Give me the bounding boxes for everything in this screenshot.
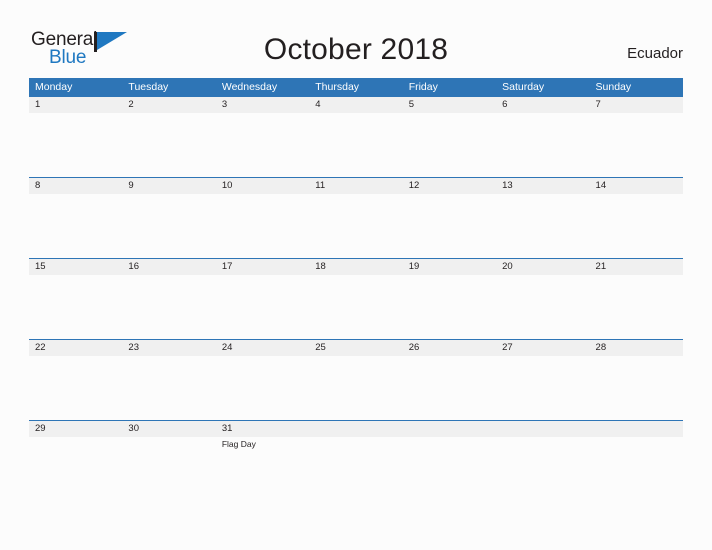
day-cell[interactable] bbox=[403, 194, 496, 258]
day-cell[interactable] bbox=[496, 113, 589, 177]
day-cell[interactable] bbox=[496, 194, 589, 258]
day-cell[interactable] bbox=[590, 437, 683, 501]
week-number-band: 29 30 31 bbox=[29, 421, 683, 437]
day-cell[interactable] bbox=[309, 113, 402, 177]
week-event-band: Flag Day bbox=[29, 437, 683, 501]
week-row: 29 30 31 Flag Day bbox=[29, 420, 683, 501]
week-row: 15 16 17 18 19 20 21 bbox=[29, 258, 683, 339]
day-cell[interactable] bbox=[309, 437, 402, 501]
day-cell[interactable] bbox=[590, 113, 683, 177]
day-cell[interactable] bbox=[29, 275, 122, 339]
weekday-tuesday: Tuesday bbox=[128, 81, 169, 93]
day-number[interactable]: 15 bbox=[29, 259, 122, 275]
day-number[interactable]: 4 bbox=[309, 97, 402, 113]
day-number[interactable]: 9 bbox=[122, 178, 215, 194]
week-row: 22 23 24 25 26 27 28 bbox=[29, 339, 683, 420]
week-number-band: 8 9 10 11 12 13 14 bbox=[29, 178, 683, 194]
day-number[interactable]: 16 bbox=[122, 259, 215, 275]
week-event-band bbox=[29, 356, 683, 420]
day-cell[interactable] bbox=[309, 275, 402, 339]
day-number[interactable] bbox=[309, 421, 402, 437]
day-cell[interactable] bbox=[216, 194, 309, 258]
day-number[interactable] bbox=[403, 421, 496, 437]
day-number[interactable] bbox=[590, 421, 683, 437]
day-cell[interactable] bbox=[590, 275, 683, 339]
day-number[interactable]: 17 bbox=[216, 259, 309, 275]
day-cell[interactable] bbox=[29, 194, 122, 258]
day-number[interactable]: 27 bbox=[496, 340, 589, 356]
day-number[interactable]: 25 bbox=[309, 340, 402, 356]
day-cell[interactable] bbox=[403, 437, 496, 501]
day-number[interactable]: 30 bbox=[122, 421, 215, 437]
day-cell[interactable] bbox=[122, 356, 215, 420]
day-cell[interactable] bbox=[29, 356, 122, 420]
day-cell[interactable] bbox=[216, 113, 309, 177]
day-number[interactable]: 13 bbox=[496, 178, 589, 194]
day-number[interactable]: 11 bbox=[309, 178, 402, 194]
day-cell[interactable] bbox=[122, 194, 215, 258]
week-event-band bbox=[29, 113, 683, 177]
day-number[interactable]: 1 bbox=[29, 97, 122, 113]
week-number-band: 1 2 3 4 5 6 7 bbox=[29, 97, 683, 113]
day-cell[interactable] bbox=[496, 437, 589, 501]
day-number[interactable]: 12 bbox=[403, 178, 496, 194]
day-number[interactable]: 22 bbox=[29, 340, 122, 356]
day-event-flag-day: Flag Day bbox=[221, 439, 256, 449]
day-cell[interactable] bbox=[403, 113, 496, 177]
day-cell[interactable] bbox=[403, 275, 496, 339]
day-number[interactable]: 5 bbox=[403, 97, 496, 113]
day-number[interactable]: 21 bbox=[590, 259, 683, 275]
day-number[interactable]: 19 bbox=[403, 259, 496, 275]
day-number[interactable]: 26 bbox=[403, 340, 496, 356]
day-cell[interactable] bbox=[122, 437, 215, 501]
weekday-sunday: Sunday bbox=[595, 81, 632, 93]
weekday-header-row: Monday Tuesday Wednesday Thursday Friday… bbox=[29, 78, 683, 96]
day-number[interactable]: 7 bbox=[590, 97, 683, 113]
week-row: 1 2 3 4 5 6 7 bbox=[29, 96, 683, 177]
day-number[interactable]: 3 bbox=[216, 97, 309, 113]
weekday-thursday: Thursday bbox=[315, 81, 360, 93]
day-number[interactable]: 18 bbox=[309, 259, 402, 275]
day-cell[interactable] bbox=[309, 356, 402, 420]
week-event-band bbox=[29, 194, 683, 258]
day-number[interactable]: 20 bbox=[496, 259, 589, 275]
day-cell[interactable] bbox=[216, 275, 309, 339]
weekday-friday: Friday bbox=[408, 81, 438, 93]
day-cell[interactable] bbox=[29, 437, 122, 501]
page-title: October 2018 bbox=[263, 33, 449, 66]
day-number[interactable]: 2 bbox=[122, 97, 215, 113]
day-number[interactable] bbox=[496, 421, 589, 437]
day-cell[interactable] bbox=[122, 275, 215, 339]
day-number[interactable]: 28 bbox=[590, 340, 683, 356]
day-cell[interactable] bbox=[590, 356, 683, 420]
day-number[interactable]: 14 bbox=[590, 178, 683, 194]
week-event-band bbox=[29, 275, 683, 339]
weekday-saturday: Saturday bbox=[502, 81, 545, 93]
day-number[interactable]: 29 bbox=[29, 421, 122, 437]
weekday-monday: Monday bbox=[35, 81, 73, 93]
calendar-grid: Monday Tuesday Wednesday Thursday Friday… bbox=[29, 78, 683, 501]
country-label: Ecuador bbox=[627, 45, 683, 62]
weekday-wednesday: Wednesday bbox=[221, 81, 278, 93]
day-cell[interactable] bbox=[309, 194, 402, 258]
day-cell[interactable] bbox=[29, 113, 122, 177]
week-number-band: 15 16 17 18 19 20 21 bbox=[29, 259, 683, 275]
day-number[interactable]: 24 bbox=[216, 340, 309, 356]
week-row: 8 9 10 11 12 13 14 bbox=[29, 177, 683, 258]
day-cell[interactable] bbox=[496, 356, 589, 420]
day-number[interactable]: 6 bbox=[496, 97, 589, 113]
day-cell[interactable] bbox=[216, 356, 309, 420]
day-cell[interactable] bbox=[122, 113, 215, 177]
day-number[interactable]: 8 bbox=[29, 178, 122, 194]
day-number[interactable]: 23 bbox=[122, 340, 215, 356]
week-number-band: 22 23 24 25 26 27 28 bbox=[29, 340, 683, 356]
day-cell[interactable] bbox=[496, 275, 589, 339]
page-header: General Blue October 2018 Ecuador bbox=[0, 0, 712, 78]
day-cell[interactable] bbox=[403, 356, 496, 420]
day-number[interactable]: 31 bbox=[216, 421, 309, 437]
day-number[interactable]: 10 bbox=[216, 178, 309, 194]
day-cell[interactable] bbox=[590, 194, 683, 258]
calendar-page: General Blue October 2018 Ecuador Monday… bbox=[0, 0, 712, 550]
day-cell[interactable]: Flag Day bbox=[216, 437, 309, 501]
